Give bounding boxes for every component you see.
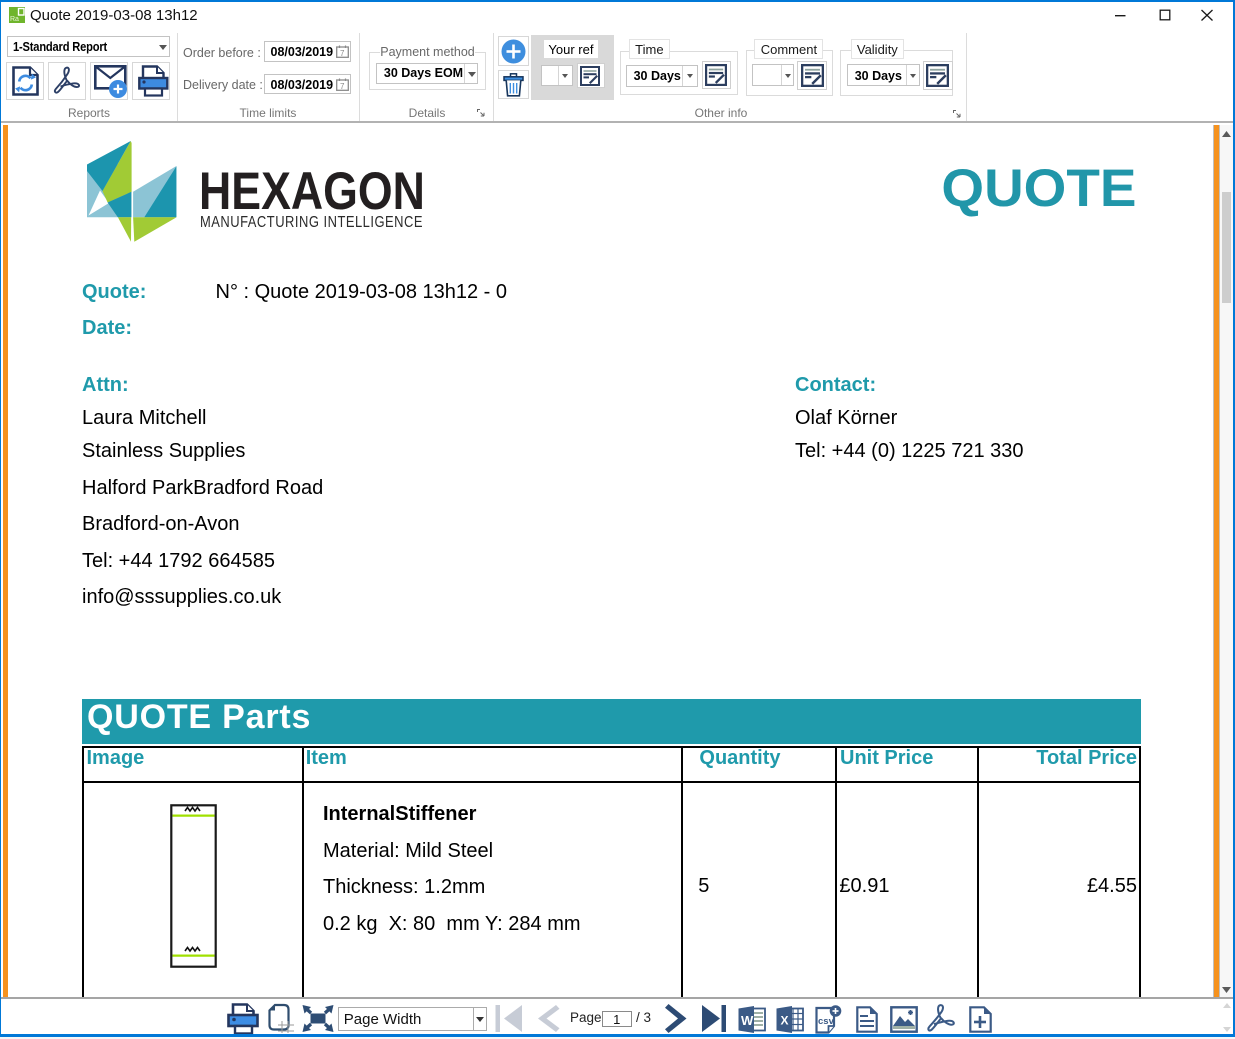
svg-text:W: W [741,1013,754,1028]
svg-text:X: X [781,1013,789,1027]
svg-text:csv: csv [818,1016,835,1027]
svg-text:Ra: Ra [10,16,19,23]
svg-text:7: 7 [340,49,345,58]
svg-text:7: 7 [340,82,345,91]
